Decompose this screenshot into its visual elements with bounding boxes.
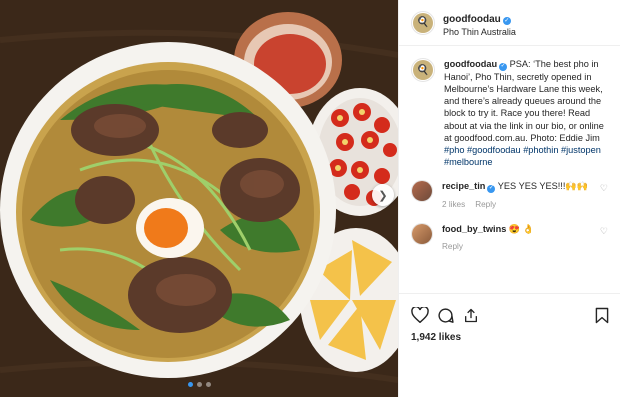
save-button[interactable] bbox=[583, 304, 609, 326]
action-bar bbox=[411, 304, 609, 326]
caption-hashtags[interactable]: #pho #goodfoodau #phothin #justopen #mel… bbox=[444, 145, 601, 167]
comment-reply-button[interactable]: Reply bbox=[475, 200, 496, 211]
carousel-dot bbox=[205, 382, 211, 387]
chevron-right-icon: ❯ bbox=[378, 189, 388, 202]
comment-reply-button[interactable]: Reply bbox=[442, 242, 463, 253]
comment-button[interactable] bbox=[437, 304, 463, 326]
account-username[interactable]: goodfoodau bbox=[443, 14, 501, 25]
avatar-logo-icon: 🍳 bbox=[413, 60, 433, 80]
carousel-dot bbox=[187, 382, 193, 387]
share-button[interactable] bbox=[463, 304, 489, 326]
likes-count[interactable]: 1,942 likes bbox=[411, 332, 609, 343]
caption-text: PSA: ‘The best pho in Hanoi’, Pho Thin, … bbox=[444, 59, 604, 143]
account-avatar[interactable]: 🍳 bbox=[411, 10, 435, 35]
post-location[interactable]: Pho Thin Australia bbox=[443, 27, 516, 38]
comment-item: recipe_tin ✓ YES YES YES!!!🙌🙌 2 likes Rep… bbox=[411, 180, 608, 211]
post-side-panel: 🍳 goodfoodau ✓ Pho Thin Australia 🍳 goodf… bbox=[398, 0, 620, 397]
caption-username[interactable]: goodfoodau bbox=[444, 59, 497, 69]
comment-bubble-icon bbox=[438, 307, 454, 323]
bookmark-icon bbox=[595, 307, 609, 323]
comment-text: YES YES YES!!!🙌🙌 bbox=[497, 181, 589, 192]
comments-list: 🍳 goodfoodau ✓ PSA: ‘The best pho in Hano… bbox=[399, 46, 620, 292]
commenter-avatar[interactable] bbox=[411, 222, 433, 245]
like-button[interactable] bbox=[411, 304, 437, 326]
comment-like-heart-icon[interactable]: ♡ bbox=[600, 183, 608, 194]
pho-bowl-illustration bbox=[0, 0, 398, 397]
carousel-indicator bbox=[0, 382, 398, 387]
post-photo[interactable]: ❯ bbox=[0, 0, 398, 397]
post-caption: 🍳 goodfoodau ✓ PSA: ‘The best pho in Hano… bbox=[411, 58, 608, 168]
verified-badge-icon: ✓ bbox=[502, 17, 511, 26]
comment-text: 😍 👌 bbox=[508, 223, 535, 234]
commenter-avatar[interactable] bbox=[411, 180, 433, 203]
heart-outline-icon bbox=[411, 307, 429, 323]
carousel-dot bbox=[196, 382, 202, 387]
post-actions-section: 1,942 likes bbox=[399, 293, 620, 397]
verified-badge-icon: ✓ bbox=[487, 185, 496, 194]
caption-avatar[interactable]: 🍳 bbox=[411, 58, 435, 82]
comment-like-heart-icon[interactable]: ♡ bbox=[600, 226, 608, 237]
share-icon bbox=[465, 308, 477, 322]
verified-badge-icon: ✓ bbox=[499, 62, 508, 71]
next-photo-button[interactable]: ❯ bbox=[372, 184, 394, 206]
comment-username[interactable]: food_by_twins bbox=[442, 224, 506, 234]
avatar-logo-icon: 🍳 bbox=[413, 12, 433, 33]
post-header: 🍳 goodfoodau ✓ Pho Thin Australia bbox=[399, 0, 620, 46]
comment-likes-count[interactable]: 2 likes bbox=[442, 200, 465, 211]
comment-username[interactable]: recipe_tin bbox=[442, 181, 485, 191]
comment-item: food_by_twins 😍 👌 Reply ♡ bbox=[411, 222, 608, 253]
